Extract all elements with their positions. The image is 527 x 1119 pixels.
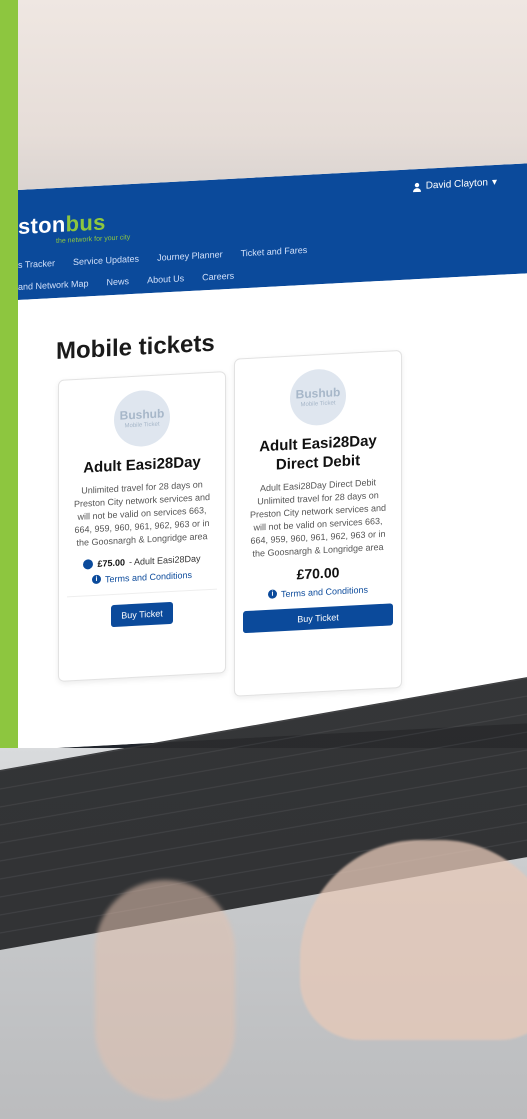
nav-item-ticket-and-fares[interactable]: Ticket and Fares xyxy=(241,245,308,258)
terms-link[interactable]: i Terms and Conditions xyxy=(59,568,225,587)
ticket-description: Unlimited travel for 28 days on Preston … xyxy=(249,489,387,559)
info-icon: i xyxy=(267,589,277,600)
user-name: David Clayton xyxy=(425,177,488,192)
user-menu[interactable]: David Clayton ▾ xyxy=(412,177,497,192)
buy-ticket-button[interactable]: Buy Ticket xyxy=(243,603,393,633)
badge-subtitle: Mobile Ticket xyxy=(300,400,336,409)
info-icon: i xyxy=(91,575,101,585)
ticket-name: Adult Easi28Day xyxy=(83,453,201,477)
price-value: £75.00 xyxy=(97,557,125,569)
price-label: - Adult Easi28Day xyxy=(128,553,201,568)
logo-part-2: bus xyxy=(65,209,106,237)
nav-row-1: s Tracker Service Updates Journey Planne… xyxy=(18,245,307,270)
terms-label: Terms and Conditions xyxy=(104,569,193,585)
badge-title: Bushub xyxy=(295,385,341,402)
badge-title: Bushub xyxy=(119,406,165,423)
chevron-down-icon: ▾ xyxy=(491,176,497,189)
main-content: Mobile tickets Bushub Mobile Ticket Adul… xyxy=(18,273,527,750)
page-title: Mobile tickets xyxy=(56,329,215,366)
price-option[interactable]: £75.00 - Adult Easi28Day xyxy=(67,553,217,571)
radio-selected-icon[interactable] xyxy=(83,559,94,570)
nav-item-careers[interactable]: Careers xyxy=(202,271,234,283)
photo-frame: stonbus the network for your city David … xyxy=(0,0,527,1119)
price-value: £70.00 xyxy=(296,563,340,583)
nav-row-2: and Network Map News About Us Careers xyxy=(18,271,234,292)
buy-ticket-button[interactable]: Buy Ticket xyxy=(111,601,173,628)
bushub-badge: Bushub Mobile Ticket xyxy=(290,367,346,427)
logo-part-1: ston xyxy=(18,211,66,239)
bushub-badge: Bushub Mobile Ticket xyxy=(114,389,170,448)
badge-subtitle: Mobile Ticket xyxy=(124,421,160,430)
ticket-description: Unlimited travel for 28 days on Preston … xyxy=(73,479,211,548)
nav-item-journey-planner[interactable]: Journey Planner xyxy=(157,249,223,262)
laptop-screen: stonbus the network for your city David … xyxy=(18,163,527,750)
ticket-card-adult-easi28day: Bushub Mobile Ticket Adult Easi28Day Unl… xyxy=(58,371,226,682)
divider xyxy=(67,588,217,598)
ticket-card-adult-easi28day-direct-debit: Bushub Mobile Ticket Adult Easi28Day Dir… xyxy=(234,349,402,697)
hand-left xyxy=(95,880,235,1100)
nav-item-tracker[interactable]: s Tracker xyxy=(18,258,55,270)
terms-link[interactable]: i Terms and Conditions xyxy=(235,583,401,602)
nav-item-network-map[interactable]: and Network Map xyxy=(18,278,89,292)
ticket-name: Adult Easi28Day Direct Debit xyxy=(259,432,377,474)
nav-item-news[interactable]: News xyxy=(107,276,130,287)
terms-label: Terms and Conditions xyxy=(280,584,369,599)
nav-item-about-us[interactable]: About Us xyxy=(147,273,184,285)
user-icon xyxy=(412,182,421,192)
nav-item-service-updates[interactable]: Service Updates xyxy=(73,254,139,267)
